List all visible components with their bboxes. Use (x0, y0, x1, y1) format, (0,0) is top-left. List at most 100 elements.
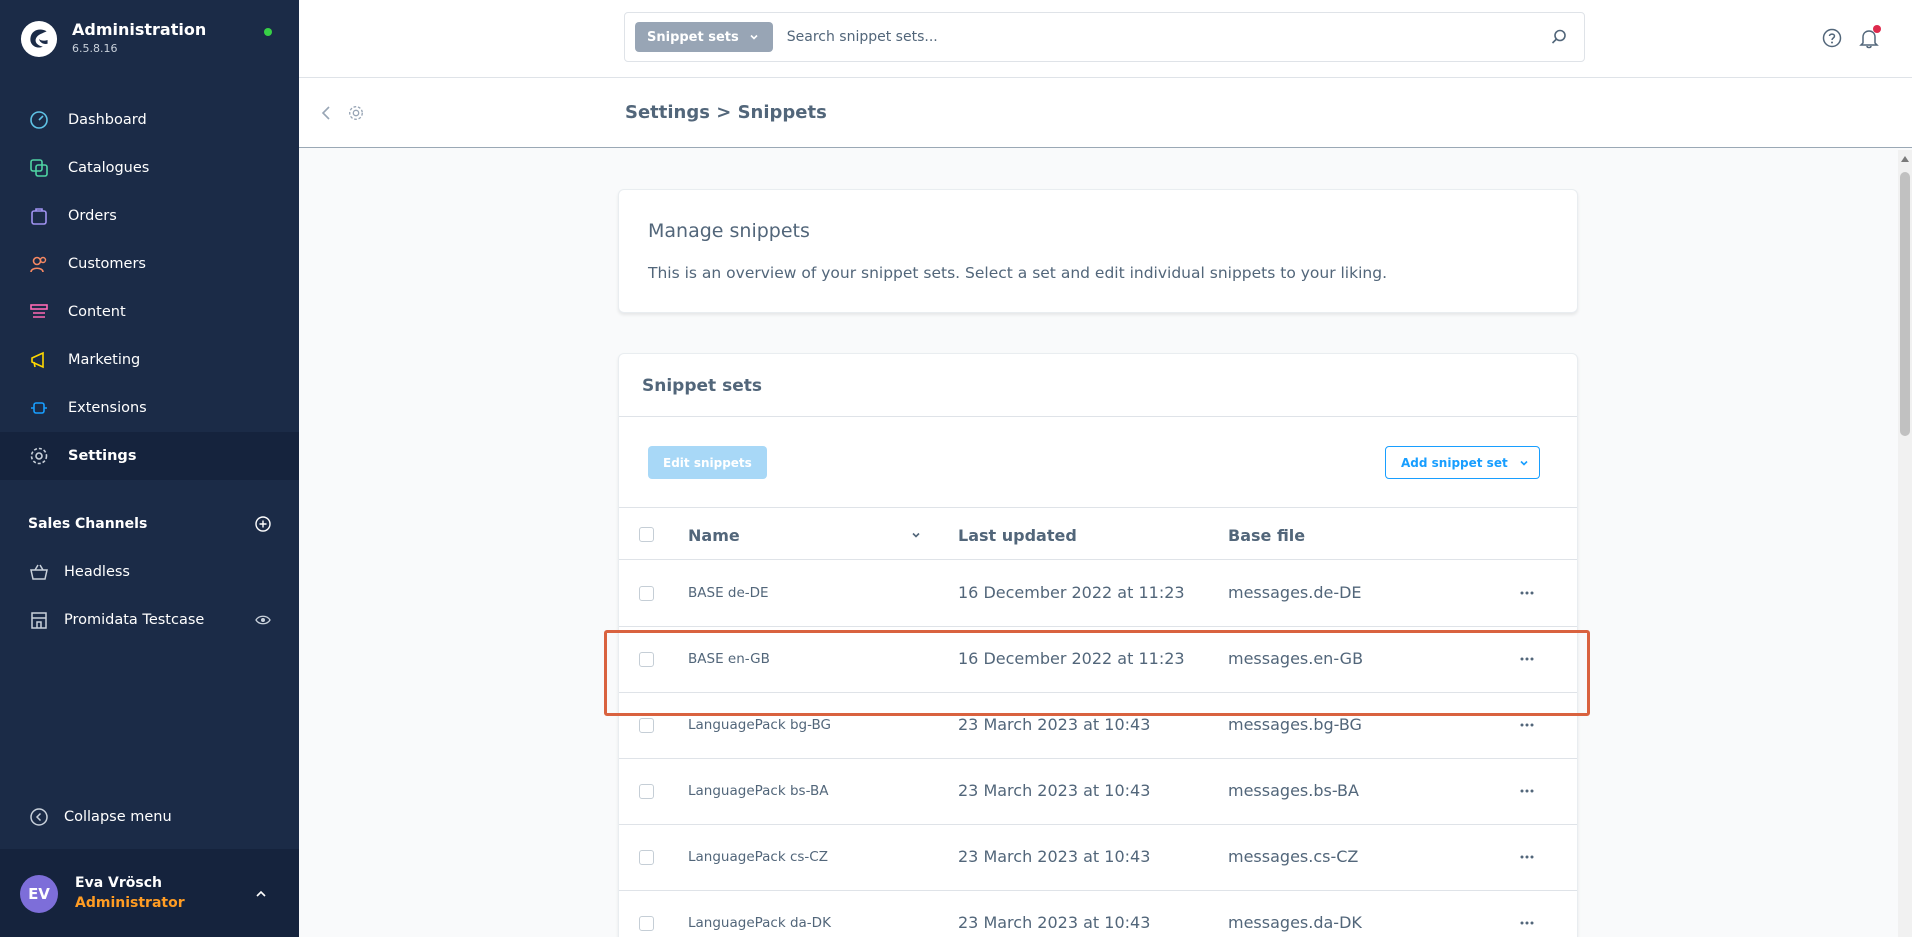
sales-channel-promidata[interactable]: Promidata Testcase (0, 596, 299, 644)
shopware-logo-icon (20, 20, 58, 58)
back-icon[interactable] (319, 104, 333, 122)
more-actions-icon[interactable] (1519, 590, 1535, 596)
sidebar-item-dashboard[interactable]: Dashboard (0, 96, 299, 144)
cell-updated: 23 March 2023 at 10:43 (958, 715, 1151, 734)
sidebar: Administration 6.5.8.16 Dashboard Catalo… (0, 0, 299, 937)
more-actions-icon[interactable] (1519, 854, 1535, 860)
marketing-icon (28, 349, 50, 371)
cell-file: messages.bg-BG (1228, 715, 1362, 734)
collapse-menu-button[interactable]: Collapse menu (28, 806, 172, 828)
sidebar-item-catalogues[interactable]: Catalogues (0, 144, 299, 192)
sidebar-item-label: Catalogues (68, 160, 150, 176)
search-type-select[interactable]: Snippet sets (635, 22, 773, 52)
row-checkbox[interactable] (639, 652, 654, 667)
manage-snippets-card: Manage snippets This is an overview of y… (618, 189, 1578, 313)
cell-name[interactable]: LanguagePack bs-BA (688, 783, 828, 799)
cell-updated: 23 March 2023 at 10:43 (958, 913, 1151, 932)
collapse-icon (28, 806, 50, 828)
cell-updated: 16 December 2022 at 11:23 (958, 583, 1185, 602)
chevron-down-icon (1519, 460, 1528, 466)
gear-icon (28, 445, 50, 467)
sales-channels-header: Sales Channels (28, 516, 271, 532)
more-actions-icon[interactable] (1519, 788, 1535, 794)
help-icon[interactable] (1822, 28, 1842, 48)
sidebar-item-content[interactable]: Content (0, 288, 299, 336)
sidebar-item-customers[interactable]: Customers (0, 240, 299, 288)
extensions-icon (28, 397, 50, 419)
sidebar-item-label: Marketing (68, 352, 141, 368)
table-row[interactable]: LanguagePack cs-CZ 23 March 2023 at 10:4… (619, 825, 1577, 891)
manage-title: Manage snippets (648, 220, 810, 242)
status-online-indicator (264, 28, 272, 36)
scroll-up-icon[interactable] (1901, 156, 1909, 162)
table-row[interactable]: BASE de-DE 16 December 2022 at 11:23 mes… (619, 561, 1577, 627)
sidebar-item-label: Customers (68, 256, 146, 272)
select-all-checkbox[interactable] (639, 527, 654, 542)
sales-channel-headless[interactable]: Headless (0, 548, 299, 596)
cell-name[interactable]: BASE de-DE (688, 585, 769, 601)
sidebar-item-label: Settings (68, 448, 137, 464)
search-input[interactable] (786, 29, 1550, 45)
table-row[interactable]: LanguagePack bs-BA 23 March 2023 at 10:4… (619, 759, 1577, 825)
manage-description: This is an overview of your snippet sets… (648, 264, 1387, 282)
edit-snippets-button[interactable]: Edit snippets (648, 446, 767, 479)
sidebar-item-settings[interactable]: Settings (0, 432, 299, 480)
breadcrumb: Settings > Snippets (625, 102, 827, 123)
main-nav: Dashboard Catalogues Orders Customers Co… (0, 96, 299, 480)
gear-icon[interactable] (347, 104, 365, 122)
add-snippet-set-dropdown[interactable] (1508, 446, 1540, 479)
row-checkbox[interactable] (639, 586, 654, 601)
global-search: Snippet sets (624, 12, 1585, 62)
column-header-updated[interactable]: Last updated (958, 526, 1077, 545)
cell-name[interactable]: LanguagePack bg-BG (688, 717, 831, 733)
sidebar-item-extensions[interactable]: Extensions (0, 384, 299, 432)
content-icon (28, 301, 50, 323)
add-snippet-set-button[interactable]: Add snippet set (1385, 446, 1524, 479)
basket-icon (28, 561, 50, 583)
chevron-up-icon (256, 890, 266, 897)
storefront-icon (28, 609, 50, 631)
cell-name[interactable]: BASE en-GB (688, 651, 770, 667)
table-row[interactable]: BASE en-GB 16 December 2022 at 11:23 mes… (619, 627, 1577, 693)
avatar: EV (20, 875, 58, 913)
row-checkbox[interactable] (639, 850, 654, 865)
cell-name[interactable]: LanguagePack da-DK (688, 915, 831, 931)
table-row[interactable]: LanguagePack bg-BG 23 March 2023 at 10:4… (619, 693, 1577, 759)
notification-badge (1873, 25, 1881, 33)
cell-file: messages.cs-CZ (1228, 847, 1359, 866)
collapse-menu-label: Collapse menu (64, 809, 172, 825)
cell-file: messages.da-DK (1228, 913, 1362, 932)
cell-updated: 16 December 2022 at 11:23 (958, 649, 1185, 668)
more-actions-icon[interactable] (1519, 722, 1535, 728)
sidebar-item-label: Content (68, 304, 126, 320)
sidebar-item-orders[interactable]: Orders (0, 192, 299, 240)
sales-channel-label: Promidata Testcase (64, 612, 205, 628)
snippet-sets-card: Snippet sets Edit snippets Add snippet s… (618, 353, 1578, 937)
add-sales-channel-icon[interactable] (255, 516, 271, 532)
sidebar-item-marketing[interactable]: Marketing (0, 336, 299, 384)
cell-name[interactable]: LanguagePack cs-CZ (688, 849, 828, 865)
scrollbar-thumb[interactable] (1900, 172, 1910, 436)
column-header-name[interactable]: Name (688, 526, 740, 545)
sales-channel-list: Headless Promidata Testcase (0, 548, 299, 644)
search-icon[interactable] (1550, 28, 1568, 46)
divider (619, 416, 1577, 417)
sidebar-item-label: Dashboard (68, 112, 147, 128)
more-actions-icon[interactable] (1519, 920, 1535, 926)
catalogue-icon (28, 157, 50, 179)
user-name: Eva Vrösch (75, 875, 162, 891)
sales-channel-label: Headless (64, 564, 130, 580)
search-type-label: Snippet sets (647, 29, 739, 45)
brand[interactable]: Administration 6.5.8.16 (20, 20, 206, 58)
user-menu[interactable]: EV Eva Vrösch Administrator (0, 849, 299, 937)
table-row[interactable]: LanguagePack da-DK 23 March 2023 at 10:4… (619, 891, 1577, 937)
row-checkbox[interactable] (639, 784, 654, 799)
column-header-file[interactable]: Base file (1228, 526, 1305, 545)
customers-icon (28, 253, 50, 275)
user-role: Administrator (75, 895, 185, 911)
eye-icon[interactable] (255, 612, 271, 628)
row-checkbox[interactable] (639, 916, 654, 931)
sort-desc-icon[interactable] (911, 530, 921, 540)
more-actions-icon[interactable] (1519, 656, 1535, 662)
row-checkbox[interactable] (639, 718, 654, 733)
